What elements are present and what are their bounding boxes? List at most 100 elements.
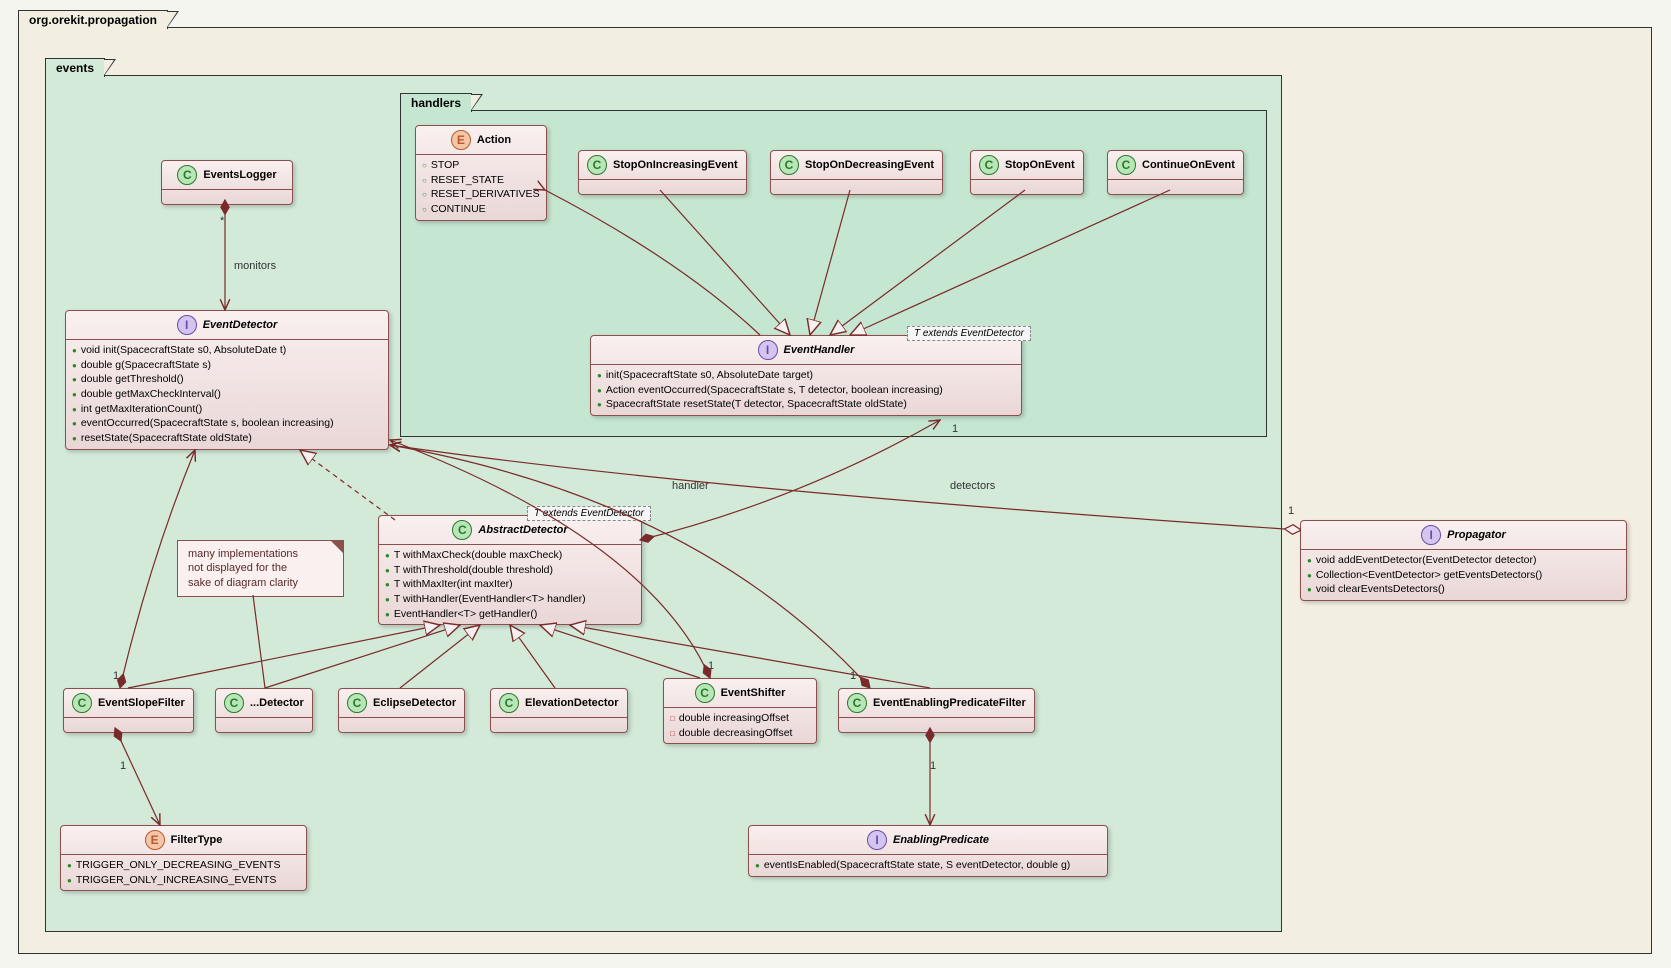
class-name: StopOnIncreasingEvent [613, 159, 738, 171]
class-abstractdetector: T extends EventDetector CAbstractDetecto… [378, 515, 642, 625]
interface-eventhandler: T extends EventDetector IEventHandler in… [590, 335, 1022, 416]
label-one: 1 [120, 760, 126, 772]
enum-value: TRIGGER_ONLY_INCREASING_EVENTS [67, 873, 300, 888]
note: many implementations not displayed for t… [177, 540, 344, 597]
interface-propagator: I Propagator void addEventDetector(EventD… [1300, 520, 1627, 601]
class-name: Propagator [1447, 529, 1506, 541]
method: void init(SpacecraftState s0, AbsoluteDa… [72, 343, 382, 358]
class-name: ContinueOnEvent [1142, 159, 1235, 171]
method: T withMaxIter(int maxIter) [385, 577, 635, 592]
label-star: * [220, 215, 224, 227]
class-eepf: C EventEnablingPredicateFilter [838, 688, 1035, 733]
method: T withMaxCheck(double maxCheck) [385, 548, 635, 563]
class-name: StopOnEvent [1005, 159, 1075, 171]
method: Collection<EventDetector> getEventsDetec… [1307, 568, 1620, 583]
enum-value: RESET_DERIVATIVES [422, 187, 540, 202]
class-name: EclipseDetector [373, 697, 456, 709]
package-handlers-tab: handlers [400, 93, 472, 112]
class-elevationdetector: C ElevationDetector [490, 688, 628, 733]
label-one: 1 [708, 660, 714, 672]
interface-icon: I [177, 315, 197, 335]
interface-enablingpredicate: I EnablingPredicate eventIsEnabled(Spacec… [748, 825, 1108, 877]
class-name: EventHandler [784, 344, 855, 356]
class-name: FilterType [171, 834, 223, 846]
class-name: EventSlopeFilter [98, 697, 185, 709]
method: int getMaxIterationCount() [72, 402, 382, 417]
label-one: 1 [1288, 505, 1294, 517]
class-continueonevent: C ContinueOnEvent [1107, 150, 1244, 195]
method: double getMaxCheckInterval() [72, 387, 382, 402]
method: EventHandler<T> getHandler() [385, 607, 635, 622]
method: T withHandler(EventHandler<T> handler) [385, 592, 635, 607]
class-events-logger: C EventsLogger [161, 160, 293, 205]
enum-value: RESET_STATE [422, 173, 540, 188]
method: double getThreshold() [72, 372, 382, 387]
class-icon: C [779, 155, 799, 175]
class-icon: C [452, 520, 472, 540]
class-name: EventsLogger [203, 169, 276, 181]
class-icon: C [177, 165, 197, 185]
enum-icon: E [451, 130, 471, 150]
method: init(SpacecraftState s0, AbsoluteDate ta… [597, 368, 1015, 383]
class-name: Action [477, 134, 511, 146]
method: double g(SpacecraftState s) [72, 358, 382, 373]
enum-value: TRIGGER_ONLY_DECREASING_EVENTS [67, 858, 300, 873]
class-icon: C [979, 155, 999, 175]
class-name: ElevationDetector [525, 697, 619, 709]
class-dotdetector: C ...Detector [215, 688, 313, 733]
interface-icon: I [867, 830, 887, 850]
class-icon: C [1116, 155, 1136, 175]
class-eventshifter: C EventShifter double increasingOffset do… [663, 678, 817, 744]
class-icon: C [587, 155, 607, 175]
method: SpacecraftState resetState(T detector, S… [597, 397, 1015, 412]
class-stopincreasing: C StopOnIncreasingEvent [578, 150, 747, 195]
enum-action: E Action STOP RESET_STATE RESET_DERIVATIV… [415, 125, 547, 221]
interface-event-detector: I EventDetector void init(SpacecraftState… [65, 310, 389, 450]
method: void clearEventsDetectors() [1307, 582, 1620, 597]
class-stopdecreasing: CStopOnDecreasingEvent [770, 150, 943, 195]
class-name: EventShifter [721, 687, 786, 699]
label-one: 1 [952, 423, 958, 435]
class-name: ...Detector [250, 697, 304, 709]
class-icon: C [499, 693, 519, 713]
class-eventslopefilter: C EventSlopeFilter [63, 688, 194, 733]
label-one: 1 [850, 670, 856, 682]
class-icon: C [847, 693, 867, 713]
class-icon: C [347, 693, 367, 713]
package-events-label: events [56, 61, 94, 75]
method: void addEventDetector(EventDetector dete… [1307, 553, 1620, 568]
enum-filtertype: E FilterType TRIGGER_ONLY_DECREASING_EVEN… [60, 825, 307, 891]
interface-icon: I [758, 340, 778, 360]
class-name: EventDetector [203, 319, 278, 331]
label-one: 1 [930, 760, 936, 772]
package-root-label: org.orekit.propagation [29, 13, 157, 27]
class-icon: C [224, 693, 244, 713]
field: double decreasingOffset [670, 726, 810, 741]
method: T withThreshold(double threshold) [385, 563, 635, 578]
class-name: AbstractDetector [478, 524, 567, 536]
label-one: 1 [113, 670, 119, 682]
label-detectors: detectors [950, 480, 995, 492]
field: double increasingOffset [670, 711, 810, 726]
enum-value: CONTINUE [422, 202, 540, 217]
enum-icon: E [145, 830, 165, 850]
package-root-tab: org.orekit.propagation [18, 10, 168, 29]
interface-icon: I [1421, 525, 1441, 545]
class-icon: C [72, 693, 92, 713]
label-handler: handler [672, 480, 709, 492]
enum-value: STOP [422, 158, 540, 173]
class-name: EventEnablingPredicateFilter [873, 697, 1026, 709]
method: resetState(SpacecraftState oldState) [72, 431, 382, 446]
note-line: sake of diagram clarity [188, 577, 298, 589]
method: Action eventOccurred(SpacecraftState s, … [597, 383, 1015, 398]
class-eclipsedetector: C EclipseDetector [338, 688, 465, 733]
label-monitors: monitors [234, 260, 276, 272]
note-line: not displayed for the [188, 562, 287, 574]
class-stoponevent: C StopOnEvent [970, 150, 1084, 195]
method: eventOccurred(SpacecraftState s, boolean… [72, 416, 382, 431]
class-name: EnablingPredicate [893, 834, 989, 846]
package-handlers-label: handlers [411, 96, 461, 110]
method: eventIsEnabled(SpacecraftState state, S … [755, 858, 1101, 873]
note-line: many implementations [188, 548, 298, 560]
class-icon: C [695, 683, 715, 703]
